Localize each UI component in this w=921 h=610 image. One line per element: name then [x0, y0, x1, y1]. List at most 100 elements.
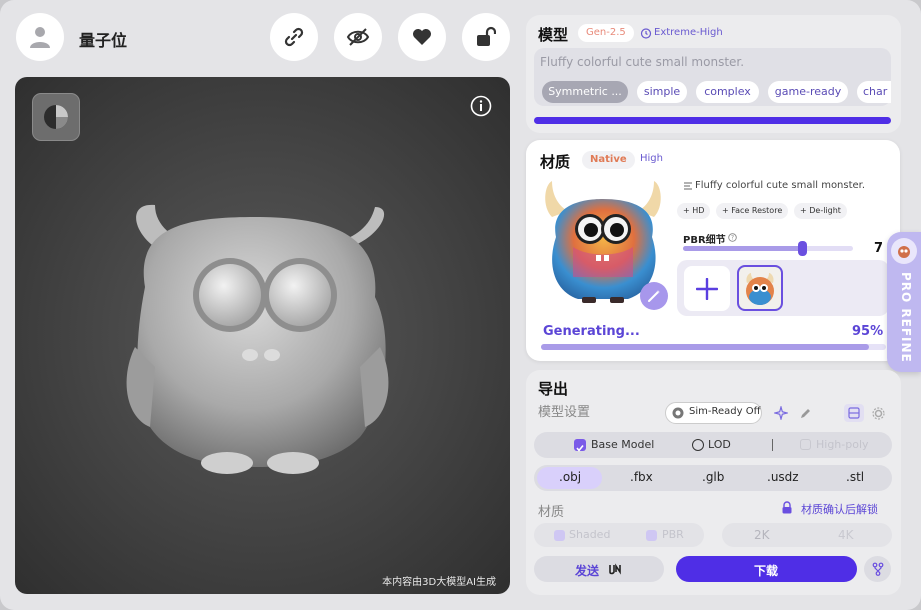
svg-text:?: ?	[731, 235, 734, 242]
model-viewport[interactable]: 本内容由3D大模型AI生成	[15, 77, 510, 594]
material-section-title: 材质	[540, 153, 571, 171]
tag-game-ready[interactable]: game-ready	[768, 81, 848, 103]
base-model-label: Base Model	[591, 438, 655, 451]
model-section-title: 模型	[538, 26, 569, 44]
gear-icon[interactable]	[872, 407, 885, 420]
model-quality[interactable]: Extreme-High	[654, 27, 723, 38]
pbr-value: 7	[874, 241, 884, 256]
material-card: 材质 Native High Fluffy colorful cute smal…	[526, 140, 900, 361]
texture-options-group: Shaded PBR	[534, 523, 704, 547]
pro-refine-tab[interactable]: PRO REFINE	[887, 232, 921, 372]
option-hd[interactable]: + HD	[677, 203, 711, 219]
high-poly-label: High-poly	[816, 438, 869, 451]
unreal-icon	[609, 563, 621, 575]
help-icon: ?	[728, 233, 737, 242]
material-progress-fill	[541, 344, 869, 350]
resolution-4k[interactable]: 4K	[838, 528, 854, 542]
reference-thumbnail-image	[739, 267, 781, 309]
format-usdz[interactable]: .usdz	[767, 470, 799, 484]
layout-icon	[848, 407, 860, 419]
heart-icon	[413, 29, 431, 45]
tag-char[interactable]: char	[857, 81, 891, 103]
sparkle-icon[interactable]	[774, 406, 788, 420]
format-row: .obj .fbx .glb .usdz .stl	[534, 465, 892, 491]
sim-ready-toggle[interactable]: Sim-Ready Off	[665, 402, 762, 424]
pbr-label: PBR细节	[683, 235, 726, 246]
material-prompt: Fluffy colorful cute small monster.	[695, 180, 866, 191]
format-glb[interactable]: .glb	[702, 470, 724, 484]
send-button[interactable]: 发送	[534, 556, 664, 582]
eye-off-icon	[346, 28, 370, 46]
pbr-slider-track[interactable]	[683, 241, 853, 256]
format-stl[interactable]: .stl	[846, 470, 864, 484]
magic-wand-button[interactable]	[640, 282, 668, 310]
username: 量子位	[79, 31, 128, 50]
material-mode-badge[interactable]: Native	[582, 151, 635, 169]
option-de-light[interactable]: + De-light	[794, 203, 847, 219]
model-version-badge[interactable]: Gen-2.5	[578, 24, 634, 42]
toggle-icon	[672, 407, 684, 419]
user-icon	[30, 27, 50, 48]
download-button[interactable]: 下载	[676, 556, 857, 582]
like-button[interactable]	[398, 13, 446, 61]
unlock-icon	[477, 26, 496, 46]
model-settings-label: 模型设置	[538, 405, 591, 420]
save-layout-button[interactable]	[844, 404, 864, 422]
shaded-label: Shaded	[569, 528, 611, 541]
unlock-button[interactable]	[462, 13, 510, 61]
fork-icon	[872, 562, 883, 576]
monster-model	[126, 204, 389, 474]
material-progress-track	[541, 344, 886, 350]
pro-refine-avatar	[891, 238, 917, 264]
lod-radio[interactable]	[692, 439, 704, 451]
pro-refine-label: PRO REFINE	[899, 272, 913, 363]
lock-icon	[782, 501, 792, 514]
row-divider	[772, 439, 773, 451]
pbr-checkbox[interactable]	[646, 530, 657, 541]
monster-icon	[898, 246, 910, 258]
export-material-label: 材质	[538, 505, 565, 520]
download-label: 下载	[754, 564, 779, 578]
tag-simple[interactable]: simple	[637, 81, 687, 103]
shaded-checkbox[interactable]	[554, 530, 565, 541]
lod-label: LOD	[708, 438, 731, 451]
export-card: 导出 模型设置 Sim-Ready Off Base Model LOD Hig…	[526, 370, 901, 595]
model-prompt: Fluffy colorful cute small monster.	[540, 55, 745, 69]
check-icon	[576, 445, 584, 452]
format-obj[interactable]: .obj	[559, 470, 581, 484]
format-fbx[interactable]: .fbx	[630, 470, 653, 484]
model-progress-bar	[534, 117, 891, 124]
text-prompt-icon	[684, 182, 692, 190]
app-window: 量子位 本内容由3D大模型AI生成 模型 Gen-2.5 Extreme-Hig…	[0, 0, 921, 610]
base-model-checkbox[interactable]	[574, 439, 586, 452]
model-prompt-box[interactable]: Fluffy colorful cute small monster. Symm…	[534, 48, 891, 106]
magic-wand-icon	[648, 290, 660, 302]
pbr-slider-handle[interactable]	[798, 241, 807, 256]
reference-image-area	[677, 260, 889, 316]
high-poly-checkbox[interactable]	[800, 439, 811, 450]
option-face-restore[interactable]: + Face Restore	[716, 203, 789, 219]
hide-button[interactable]	[334, 13, 382, 61]
model-card: 模型 Gen-2.5 Extreme-High Fluffy colorful …	[526, 15, 901, 133]
link-button[interactable]	[270, 13, 318, 61]
generating-status: Generating...	[543, 324, 640, 339]
tag-complex[interactable]: complex	[696, 81, 759, 103]
mesh-options-row: Base Model LOD High-poly	[534, 432, 892, 458]
reference-thumbnail[interactable]	[737, 265, 783, 311]
material-quality[interactable]: High	[640, 153, 663, 164]
plus-icon	[696, 277, 718, 300]
generating-percent: 95%	[852, 324, 884, 339]
resolution-group: 2K 4K	[722, 523, 892, 547]
timer-icon	[640, 28, 652, 39]
send-label: 发送	[575, 564, 600, 578]
add-image-button[interactable]	[684, 266, 730, 311]
resolution-2k[interactable]: 2K	[754, 528, 770, 542]
sim-ready-label: Sim-Ready Off	[689, 406, 761, 417]
tag-symmetric[interactable]: Symmetric ...	[542, 81, 628, 103]
pencil-icon[interactable]	[799, 407, 812, 420]
avatar[interactable]	[16, 13, 64, 61]
share-button[interactable]	[864, 556, 891, 582]
pbr-slider-fill	[683, 246, 802, 251]
ai-watermark: 本内容由3D大模型AI生成	[382, 577, 496, 588]
pbr-option-label: PBR	[662, 528, 684, 541]
